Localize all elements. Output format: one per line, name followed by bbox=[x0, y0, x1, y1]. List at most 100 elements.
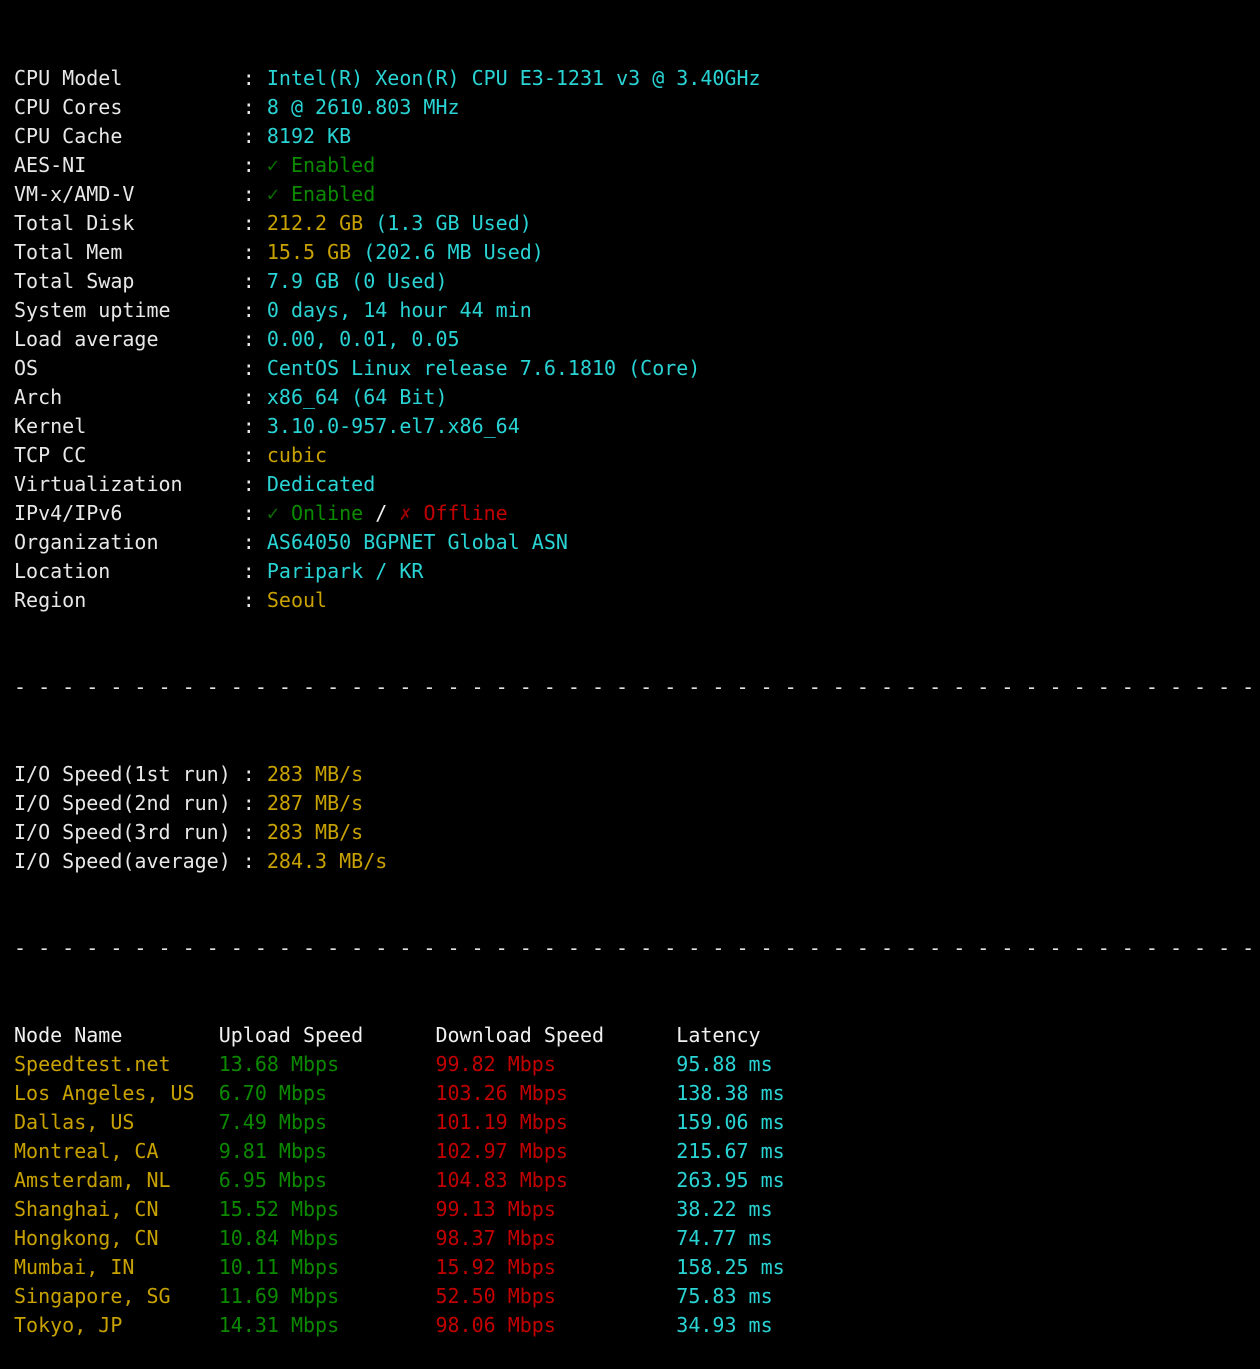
ipv4-status: Online bbox=[290, 501, 364, 525]
system-info-label: System uptime bbox=[14, 298, 243, 322]
system-info-value: 8 @ 2610.803 MHz bbox=[266, 95, 460, 119]
colon-separator: : bbox=[242, 356, 267, 380]
speedtest-latency: 95.88 ms bbox=[676, 1052, 773, 1076]
dashed-rule: - - - - - - - - - - - - - - - - - - - - … bbox=[14, 936, 1255, 960]
colon-separator: : bbox=[242, 588, 267, 612]
colon-separator: : bbox=[242, 298, 267, 322]
colon-separator: : bbox=[242, 414, 267, 438]
speedtest-node-name: Montreal, CA bbox=[14, 1139, 219, 1163]
system-info-value: 212.2 GB bbox=[266, 211, 364, 235]
speedtest-row: Montreal, CA 9.81 Mbps 102.97 Mbps 215.6… bbox=[14, 1137, 1260, 1166]
speedtest-latency: 158.25 ms bbox=[676, 1255, 785, 1279]
io-speed-block: I/O Speed(1st run) : 283 MB/s I/O Speed(2… bbox=[14, 760, 1260, 876]
system-info-label: Load average bbox=[14, 327, 243, 351]
system-info-row: System uptime : 0 days, 14 hour 44 min bbox=[14, 296, 1260, 325]
system-info-value: Enabled bbox=[290, 153, 376, 177]
system-info-value: Dedicated bbox=[266, 472, 376, 496]
colon-separator: : bbox=[242, 124, 267, 148]
speedtest-node-name: Shanghai, CN bbox=[14, 1197, 219, 1221]
system-info-row: TCP CC : cubic bbox=[14, 441, 1260, 470]
speedtest-latency: 215.67 ms bbox=[676, 1139, 785, 1163]
colon-separator: : bbox=[242, 153, 267, 177]
io-speed-value: 283 MB/s bbox=[266, 820, 364, 844]
speedtest-upload-speed: 6.70 Mbps bbox=[218, 1081, 436, 1105]
colon-separator: : bbox=[242, 762, 267, 786]
system-info-row: CPU Cache : 8192 KB bbox=[14, 122, 1260, 151]
io-speed-value: 284.3 MB/s bbox=[266, 849, 388, 873]
speedtest-node-name: Amsterdam, NL bbox=[14, 1168, 219, 1192]
system-info-row: Kernel : 3.10.0-957.el7.x86_64 bbox=[14, 412, 1260, 441]
speedtest-download-speed: 15.92 Mbps bbox=[435, 1255, 677, 1279]
system-info-label: CPU Model bbox=[14, 66, 243, 90]
speedtest-latency: 138.38 ms bbox=[676, 1081, 785, 1105]
system-info-value: 8192 KB bbox=[266, 124, 352, 148]
colon-separator: : bbox=[242, 95, 267, 119]
colon-separator: : bbox=[242, 66, 267, 90]
io-speed-label: I/O Speed(2nd run) bbox=[14, 791, 243, 815]
speedtest-download-speed: 52.50 Mbps bbox=[435, 1284, 677, 1308]
system-info-value: 7.9 GB (0 Used) bbox=[266, 269, 448, 293]
io-speed-label: I/O Speed(1st run) bbox=[14, 762, 243, 786]
colon-separator: : bbox=[242, 269, 267, 293]
colon-separator: : bbox=[242, 211, 267, 235]
column-header-download: Download Speed bbox=[435, 1023, 677, 1047]
ipv6-status: Offline bbox=[423, 501, 508, 525]
system-info-block: CPU Model : Intel(R) Xeon(R) CPU E3-1231… bbox=[14, 64, 1260, 615]
speedtest-upload-speed: 7.49 Mbps bbox=[218, 1110, 436, 1134]
speedtest-node-name: Speedtest.net bbox=[14, 1052, 219, 1076]
io-speed-label: I/O Speed(average) bbox=[14, 849, 243, 873]
cross-icon: ✗ bbox=[399, 501, 424, 525]
system-info-value: AS64050 BGPNET Global ASN bbox=[266, 530, 568, 554]
system-info-label: OS bbox=[14, 356, 243, 380]
column-header-latency: Latency bbox=[676, 1023, 761, 1047]
io-speed-value: 287 MB/s bbox=[266, 791, 364, 815]
speedtest-row: Hongkong, CN 10.84 Mbps 98.37 Mbps 74.77… bbox=[14, 1224, 1260, 1253]
colon-separator: : bbox=[242, 791, 267, 815]
speedtest-row: Dallas, US 7.49 Mbps 101.19 Mbps 159.06 … bbox=[14, 1108, 1260, 1137]
colon-separator: : bbox=[242, 559, 267, 583]
io-speed-label: I/O Speed(3rd run) bbox=[14, 820, 243, 844]
colon-separator: : bbox=[242, 443, 267, 467]
system-info-label: CPU Cache bbox=[14, 124, 243, 148]
speedtest-upload-speed: 10.11 Mbps bbox=[218, 1255, 436, 1279]
speedtest-row: Singapore, SG 11.69 Mbps 52.50 Mbps 75.8… bbox=[14, 1282, 1260, 1311]
colon-separator: : bbox=[242, 530, 267, 554]
io-speed-row: I/O Speed(3rd run) : 283 MB/s bbox=[14, 818, 1260, 847]
colon-separator: : bbox=[242, 240, 267, 264]
speedtest-node-name: Dallas, US bbox=[14, 1110, 219, 1134]
system-info-row: Total Swap : 7.9 GB (0 Used) bbox=[14, 267, 1260, 296]
speedtest-latency: 159.06 ms bbox=[676, 1110, 785, 1134]
speedtest-download-speed: 101.19 Mbps bbox=[435, 1110, 677, 1134]
colon-separator: : bbox=[242, 501, 267, 525]
speedtest-row: Shanghai, CN 15.52 Mbps 99.13 Mbps 38.22… bbox=[14, 1195, 1260, 1224]
system-info-value: 3.10.0-957.el7.x86_64 bbox=[266, 414, 520, 438]
system-info-row: Total Disk : 212.2 GB (1.3 GB Used) bbox=[14, 209, 1260, 238]
system-info-row: IPv4/IPv6 : ✓ Online / ✗ Offline bbox=[14, 499, 1260, 528]
terminal-output: CPU Model : Intel(R) Xeon(R) CPU E3-1231… bbox=[0, 0, 1260, 1369]
speedtest-latency: 34.93 ms bbox=[676, 1313, 773, 1337]
system-info-row: AES-NI : ✓ Enabled bbox=[14, 151, 1260, 180]
speedtest-download-speed: 102.97 Mbps bbox=[435, 1139, 677, 1163]
system-info-value: Paripark / KR bbox=[266, 559, 424, 583]
speedtest-upload-speed: 6.95 Mbps bbox=[218, 1168, 436, 1192]
speedtest-row: Mumbai, IN 10.11 Mbps 15.92 Mbps 158.25 … bbox=[14, 1253, 1260, 1282]
speedtest-download-speed: 99.82 Mbps bbox=[435, 1052, 677, 1076]
system-info-row: VM-x/AMD-V : ✓ Enabled bbox=[14, 180, 1260, 209]
dashed-rule: - - - - - - - - - - - - - - - - - - - - … bbox=[14, 675, 1255, 699]
check-icon: ✓ bbox=[266, 501, 291, 525]
system-info-label: CPU Cores bbox=[14, 95, 243, 119]
speedtest-latency: 263.95 ms bbox=[676, 1168, 785, 1192]
speedtest-node-name: Tokyo, JP bbox=[14, 1313, 219, 1337]
speedtest-node-name: Los Angeles, US bbox=[14, 1081, 219, 1105]
separator-line-2: - - - - - - - - - - - - - - - - - - - - … bbox=[14, 934, 1260, 963]
system-info-value: x86_64 (64 Bit) bbox=[266, 385, 448, 409]
speedtest-row: Speedtest.net 13.68 Mbps 99.82 Mbps 95.8… bbox=[14, 1050, 1260, 1079]
speedtest-header-row: Node Name Upload Speed Download Speed La… bbox=[14, 1021, 1260, 1050]
speedtest-node-name: Mumbai, IN bbox=[14, 1255, 219, 1279]
speedtest-latency: 38.22 ms bbox=[676, 1197, 773, 1221]
colon-separator: : bbox=[242, 820, 267, 844]
system-info-label: Location bbox=[14, 559, 243, 583]
system-info-label: Region bbox=[14, 588, 243, 612]
speedtest-upload-speed: 15.52 Mbps bbox=[218, 1197, 436, 1221]
speedtest-row: Amsterdam, NL 6.95 Mbps 104.83 Mbps 263.… bbox=[14, 1166, 1260, 1195]
